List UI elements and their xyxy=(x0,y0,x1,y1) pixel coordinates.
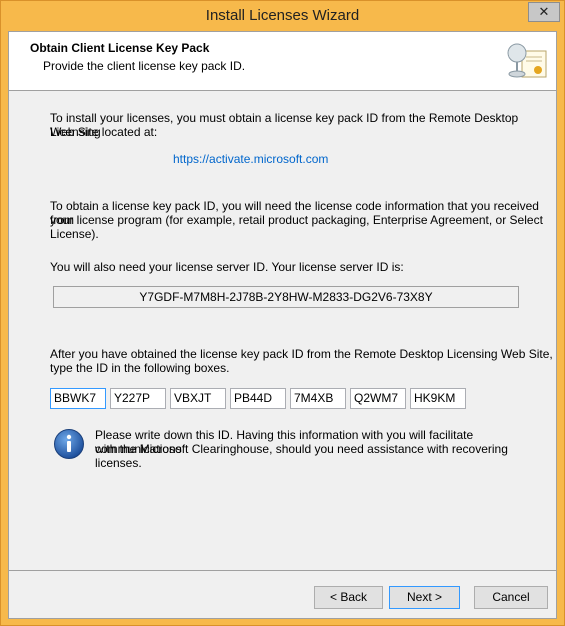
type-id-line1: After you have obtained the license key … xyxy=(50,347,553,361)
key-box-3[interactable]: VBXJT xyxy=(170,388,226,409)
obtain-text-line2: your license program (for example, retai… xyxy=(50,213,543,227)
note-text-line2: with the Microsoft Clearinghouse, should… xyxy=(95,442,508,470)
footer-divider xyxy=(9,570,556,571)
key-box-4[interactable]: PB44D xyxy=(230,388,286,409)
cancel-button[interactable]: Cancel xyxy=(474,586,548,609)
license-certificate-icon xyxy=(507,43,547,78)
page-title: Obtain Client License Key Pack xyxy=(30,41,210,55)
activation-link[interactable]: https://activate.microsoft.com xyxy=(173,152,328,166)
window-title: Install Licenses Wizard xyxy=(205,7,360,24)
close-button[interactable]: ✕ xyxy=(528,2,560,22)
obtain-text-line3: License). xyxy=(50,227,99,241)
key-box-5[interactable]: 7M4XB xyxy=(290,388,346,409)
server-id-label: You will also need your license server I… xyxy=(50,260,404,274)
info-icon xyxy=(54,429,84,459)
type-id-line2: type the ID in the following boxes. xyxy=(50,361,230,375)
intro-text-line2: Web Site located at: xyxy=(50,125,158,139)
key-box-1[interactable]: BBWK7 xyxy=(50,388,106,409)
title-bar[interactable]: Install Licenses Wizard ✕ xyxy=(1,1,564,30)
page-subtitle: Provide the client license key pack ID. xyxy=(43,59,246,73)
back-button[interactable]: < Back xyxy=(314,586,383,609)
key-box-6[interactable]: Q2WM7 xyxy=(350,388,406,409)
wizard-window: Install Licenses Wizard ✕ Obtain Client … xyxy=(0,0,565,626)
key-box-7[interactable]: HK9KM xyxy=(410,388,466,409)
next-button[interactable]: Next > xyxy=(389,586,460,609)
key-box-2[interactable]: Y227P xyxy=(110,388,166,409)
wizard-header: Obtain Client License Key Pack Provide t… xyxy=(9,32,556,91)
server-id-value: Y7GDF-M7M8H-2J78B-2Y8HW-M2833-DG2V6-73X8… xyxy=(53,286,519,308)
close-icon: ✕ xyxy=(538,4,550,19)
wizard-client-area: Obtain Client License Key Pack Provide t… xyxy=(8,31,557,619)
